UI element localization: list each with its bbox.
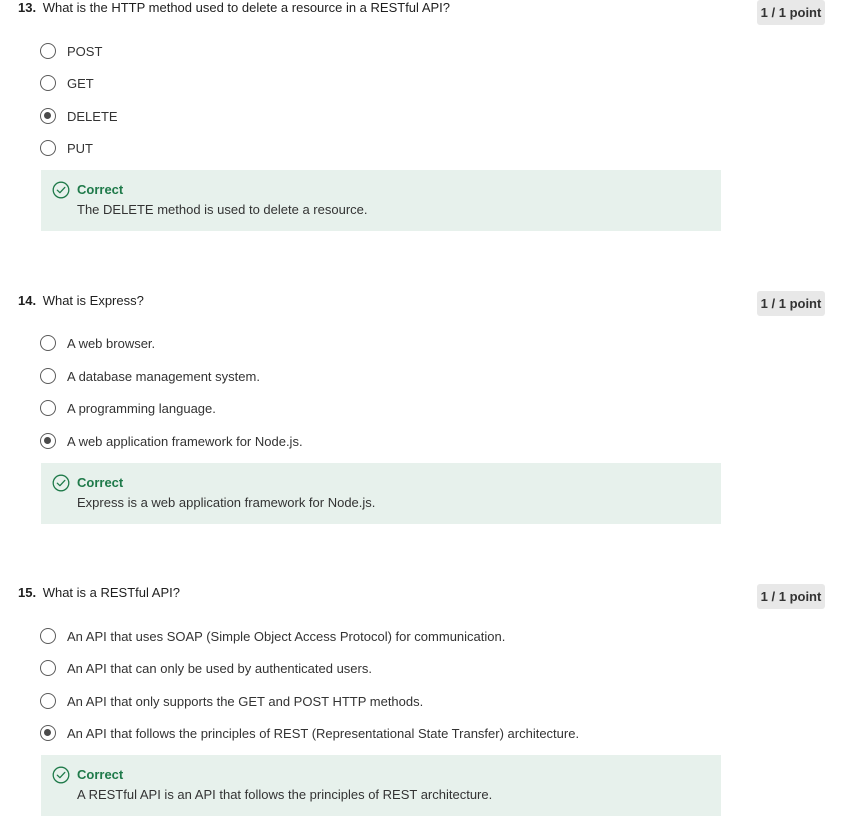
question-text: What is the HTTP method used to delete a… <box>42 0 451 15</box>
radio-button[interactable] <box>40 75 56 91</box>
question-header: 13. What is the HTTP method used to dele… <box>18 0 450 16</box>
option-label: A database management system. <box>67 368 260 384</box>
radio-button-selected[interactable] <box>40 725 56 741</box>
answer-option[interactable]: An API that uses SOAP (Simple Object Acc… <box>40 626 505 646</box>
answer-option[interactable]: An API that can only be used by authenti… <box>40 658 372 678</box>
feedback-status: Correct <box>77 182 124 197</box>
question-text: What is Express? <box>42 293 144 308</box>
radio-button[interactable] <box>40 140 56 156</box>
option-label: An API that follows the principles of RE… <box>67 725 580 741</box>
option-label: POST <box>67 43 103 59</box>
feedback-box: Correct A RESTful API is an API that fol… <box>41 755 721 816</box>
check-circle-icon <box>52 474 70 492</box>
option-label: DELETE <box>67 108 118 124</box>
feedback-status: Correct <box>77 767 124 782</box>
radio-button[interactable] <box>40 628 56 644</box>
feedback-box: Correct The DELETE method is used to del… <box>41 170 721 231</box>
answer-option[interactable]: DELETE <box>40 106 118 126</box>
question-number: 14. <box>18 293 37 308</box>
option-label: An API that uses SOAP (Simple Object Acc… <box>67 628 506 644</box>
answer-option[interactable]: PUT <box>40 138 93 158</box>
answer-option[interactable]: GET <box>40 73 94 93</box>
radio-button[interactable] <box>40 368 56 384</box>
option-label: GET <box>67 75 94 91</box>
answer-option[interactable]: A web application framework for Node.js. <box>40 431 303 451</box>
option-label: An API that can only be used by authenti… <box>67 660 372 676</box>
question-number: 13. <box>18 0 37 15</box>
answer-option[interactable]: An API that follows the principles of RE… <box>40 723 579 743</box>
question-number: 15. <box>18 585 37 600</box>
answer-option[interactable]: A programming language. <box>40 398 216 418</box>
radio-button[interactable] <box>40 335 56 351</box>
option-label: A web browser. <box>67 335 156 351</box>
radio-button[interactable] <box>40 400 56 416</box>
radio-button-selected[interactable] <box>40 433 56 449</box>
question-header: 15. What is a RESTful API? <box>18 585 180 601</box>
answer-option[interactable]: POST <box>40 41 102 61</box>
question-header: 14. What is Express? <box>18 293 144 309</box>
feedback-message: The DELETE method is used to delete a re… <box>77 202 368 217</box>
radio-button-selected[interactable] <box>40 108 56 124</box>
check-circle-icon <box>52 766 70 784</box>
radio-button[interactable] <box>40 660 56 676</box>
points-badge: 1 / 1 point <box>757 584 825 609</box>
answer-option[interactable]: An API that only supports the GET and PO… <box>40 691 423 711</box>
points-badge: 1 / 1 point <box>757 291 825 316</box>
option-label: A programming language. <box>67 400 216 416</box>
answer-option[interactable]: A database management system. <box>40 366 260 386</box>
check-circle-icon <box>52 181 70 199</box>
radio-button[interactable] <box>40 693 56 709</box>
question-text: What is a RESTful API? <box>42 585 180 600</box>
answer-option[interactable]: A web browser. <box>40 333 155 353</box>
radio-button[interactable] <box>40 43 56 59</box>
feedback-box: Correct Express is a web application fra… <box>41 463 721 524</box>
feedback-message: Express is a web application framework f… <box>77 495 376 510</box>
option-label: PUT <box>67 140 93 156</box>
feedback-message: A RESTful API is an API that follows the… <box>77 787 493 802</box>
option-label: An API that only supports the GET and PO… <box>67 693 424 709</box>
option-label: A web application framework for Node.js. <box>67 433 303 449</box>
points-badge: 1 / 1 point <box>757 0 825 25</box>
feedback-status: Correct <box>77 475 124 490</box>
